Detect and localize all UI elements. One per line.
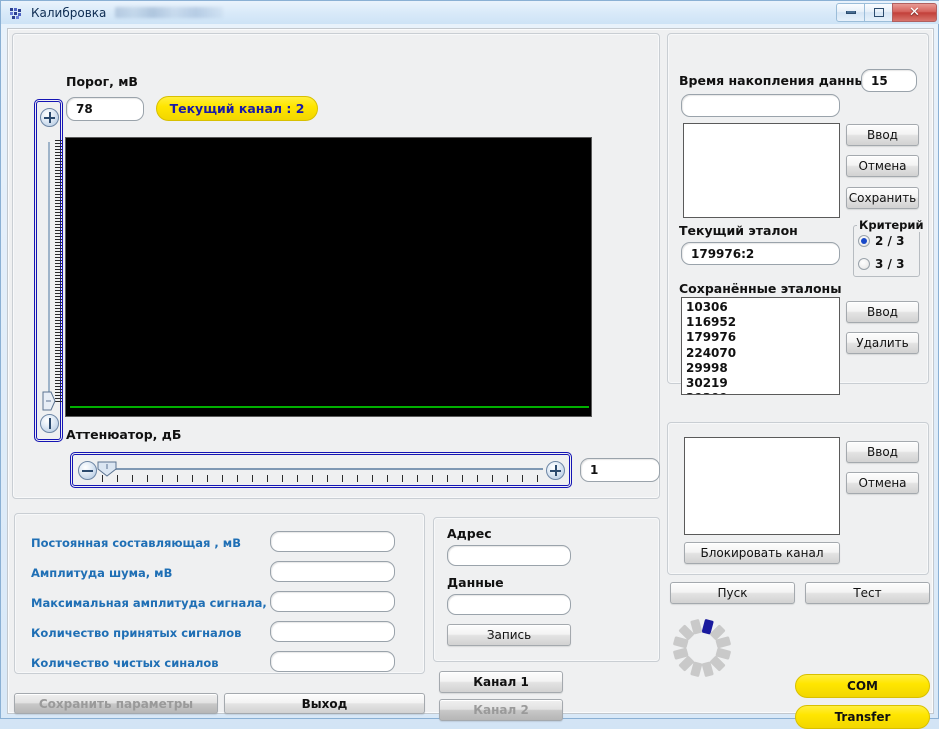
- window-controls: ✕: [836, 3, 937, 22]
- vertical-slider-ticks: [55, 140, 62, 402]
- threshold-increase-button[interactable]: [40, 108, 59, 127]
- window-title: Калибровка: [31, 5, 107, 20]
- attenuator-slider-track: [99, 468, 543, 470]
- criterion-option-label: 3 / 3: [875, 257, 905, 271]
- saved-standards-enter-button[interactable]: Ввод: [846, 301, 919, 323]
- signal-trace-line: [70, 406, 589, 408]
- list-item[interactable]: 224070: [686, 346, 835, 361]
- write-button[interactable]: Запись: [447, 624, 571, 646]
- attenuator-label: Аттенюатор, дБ: [66, 427, 182, 442]
- attenuator-slider-thumb[interactable]: [97, 461, 117, 477]
- radio-selected-icon[interactable]: [858, 235, 870, 247]
- stat-value-clean-signals: [270, 651, 395, 672]
- criterion-group-title: Критерий: [857, 218, 926, 232]
- stat-label-clean-signals: Количество чистых синалов: [31, 656, 219, 670]
- attenuator-slider[interactable]: [70, 452, 572, 488]
- save-parameters-button[interactable]: Сохранить параметры: [14, 693, 218, 714]
- saved-standards-list[interactable]: 10306 116952 179976 224070 29998 30219 3…: [681, 297, 840, 395]
- stat-value-max-signal-amplitude: [270, 591, 395, 612]
- saved-standards-delete-button[interactable]: Удалить: [846, 332, 919, 354]
- stat-label-received-signals: Количество принятых сигналов: [31, 626, 242, 640]
- attenuator-value-input[interactable]: 1: [580, 458, 660, 482]
- title-redacted-text: [115, 7, 224, 18]
- stat-value-dc-component: [270, 531, 395, 552]
- client-area: Порог, мВ 78 Текущий канал : 2 Аттенюато…: [7, 28, 934, 729]
- criterion-option-3-of-3[interactable]: 3 / 3: [858, 257, 904, 271]
- stat-value-received-signals: [270, 621, 395, 642]
- app-icon: [8, 5, 24, 21]
- data-input[interactable]: [447, 594, 571, 615]
- saved-standards-label: Сохранённые эталоны: [679, 281, 842, 296]
- list-item[interactable]: 10306: [686, 300, 835, 315]
- threshold-vertical-slider[interactable]: [34, 99, 63, 442]
- standard-entry-input[interactable]: [681, 94, 840, 117]
- maximize-button[interactable]: [864, 3, 893, 22]
- current-standard-input[interactable]: 179976:2: [681, 242, 840, 265]
- block-channel-button[interactable]: Блокировать канал: [684, 542, 840, 564]
- standard-enter-button[interactable]: Ввод: [846, 124, 919, 146]
- radio-unselected-icon[interactable]: [858, 258, 870, 270]
- list-item[interactable]: 116952: [686, 315, 835, 330]
- stat-label-max-signal-amplitude: Максимальная амплитуда сигнала, мВ: [31, 596, 289, 610]
- test-button[interactable]: Тест: [805, 582, 930, 604]
- exit-button[interactable]: Выход: [224, 693, 425, 714]
- standard-save-button[interactable]: Сохранить: [846, 187, 919, 209]
- close-button[interactable]: ✕: [892, 3, 937, 22]
- channel-enter-button[interactable]: Ввод: [846, 441, 919, 463]
- channel-1-button[interactable]: Канал 1: [439, 671, 563, 693]
- channel-block-list[interactable]: [684, 437, 840, 535]
- threshold-label: Порог, мВ: [66, 74, 138, 89]
- channel-cancel-button[interactable]: Отмена: [846, 472, 919, 494]
- current-standard-label: Текущий эталон: [679, 223, 798, 238]
- maximize-icon: [873, 8, 884, 17]
- current-channel-badge[interactable]: Текущий канал : 2: [156, 96, 318, 121]
- accumulation-time-label: Время накопления данных, с: [679, 73, 891, 88]
- attenuator-slider-ticks: [102, 475, 543, 482]
- accumulation-time-input[interactable]: 15: [861, 69, 917, 92]
- address-input[interactable]: [447, 545, 571, 566]
- standard-readout-list[interactable]: [683, 123, 840, 218]
- stat-value-noise-amplitude: [270, 561, 395, 582]
- transfer-button[interactable]: Transfer: [795, 705, 930, 729]
- list-item[interactable]: 179976: [686, 330, 835, 345]
- title-bar[interactable]: Калибровка ✕: [1, 1, 939, 24]
- threshold-input[interactable]: 78: [66, 97, 144, 121]
- attenuator-increase-button[interactable]: [546, 461, 565, 480]
- stat-label-noise-amplitude: Амплитуда шума, мВ: [31, 566, 173, 580]
- minimize-button[interactable]: [836, 3, 865, 22]
- standard-cancel-button[interactable]: Отмена: [846, 155, 919, 177]
- close-icon: ✕: [909, 5, 920, 20]
- application-window: Калибровка ✕ Порог, мВ 78 Текущий канал …: [0, 0, 939, 729]
- criterion-option-label: 2 / 3: [875, 234, 905, 248]
- busy-spinner-icon: [671, 617, 733, 679]
- data-label: Данные: [447, 575, 504, 590]
- list-item[interactable]: 30219: [686, 376, 835, 391]
- threshold-decrease-button[interactable]: [40, 414, 59, 433]
- channel-2-button[interactable]: Канал 2: [439, 699, 563, 721]
- com-button[interactable]: COM: [795, 674, 930, 698]
- address-label: Адрес: [447, 526, 492, 541]
- vertical-slider-thumb[interactable]: [42, 391, 56, 411]
- start-button[interactable]: Пуск: [670, 582, 795, 604]
- signal-display[interactable]: [65, 137, 592, 417]
- attenuator-decrease-button[interactable]: [78, 461, 97, 480]
- list-item[interactable]: 39309: [686, 391, 835, 394]
- stat-label-dc-component: Постоянная составляющая , мВ: [31, 536, 241, 550]
- vertical-slider-track: [48, 142, 50, 400]
- minimize-icon: [845, 11, 856, 14]
- criterion-option-2-of-3[interactable]: 2 / 3: [858, 234, 904, 248]
- list-item[interactable]: 29998: [686, 361, 835, 376]
